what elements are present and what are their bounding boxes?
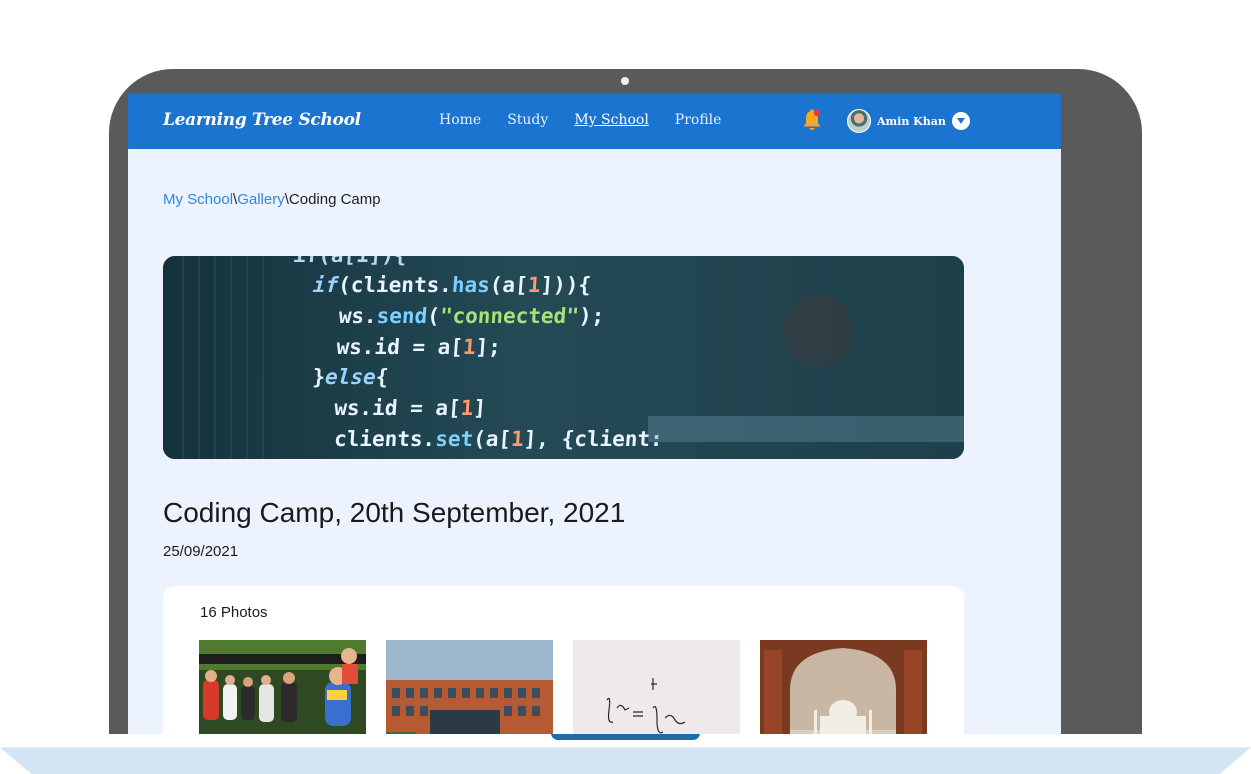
laptop-notch xyxy=(551,733,700,740)
app-screen: Learning Tree School Home Study My Schoo… xyxy=(128,94,1061,734)
notification-dot-icon xyxy=(813,109,821,117)
breadcrumb-gallery[interactable]: Gallery xyxy=(237,191,285,208)
top-navbar: Learning Tree School Home Study My Schoo… xyxy=(128,94,1061,149)
avatar[interactable] xyxy=(847,109,871,133)
photo-thumbnail-school-building[interactable] xyxy=(386,640,553,734)
user-name[interactable]: Amin Khan xyxy=(877,115,946,128)
chevron-down-icon[interactable] xyxy=(951,112,970,130)
breadcrumb-my-school[interactable]: My School xyxy=(163,191,233,208)
photos-card: 16 Photos xyxy=(163,586,964,734)
event-banner-image: if(a[1]){ if(clients.has(a[1])){ ws.send… xyxy=(163,256,964,459)
event-date: 25/09/2021 xyxy=(163,543,239,560)
photo-thumbnail-whiteboard[interactable] xyxy=(573,640,740,734)
nav-link-my-school[interactable]: My School xyxy=(574,112,648,128)
brand-logo[interactable]: Learning Tree School xyxy=(163,110,361,130)
svg-text:if(a[1]){: if(a[1]){ xyxy=(292,256,407,267)
nav-link-study[interactable]: Study xyxy=(507,112,548,128)
event-title: Coding Camp, 20th September, 2021 xyxy=(163,497,626,528)
breadcrumb: My School\Gallery\Coding Camp xyxy=(163,191,381,208)
laptop-camera xyxy=(621,77,629,85)
nav-link-home[interactable]: Home xyxy=(439,112,481,128)
nav-links: Home Study My School Profile xyxy=(439,112,747,128)
svg-text:ws.id = a[1];: ws.id = a[1]; xyxy=(336,334,502,359)
user-menu[interactable]: Amin Khan xyxy=(847,109,970,133)
photos-count: 16 Photos xyxy=(200,604,268,621)
svg-text:clients.set(a[1], {client:: clients.set(a[1], {client: xyxy=(333,426,663,451)
nav-link-profile[interactable]: Profile xyxy=(675,112,722,128)
svg-text:}else{: }else{ xyxy=(312,364,390,389)
notification-bell-icon[interactable] xyxy=(800,108,824,134)
svg-text:if(clients.has(a[1])){: if(clients.has(a[1])){ xyxy=(312,272,592,297)
photo-thumbnail-taj-mahal[interactable] xyxy=(760,640,927,734)
svg-text:ws.id = a[1]: ws.id = a[1] xyxy=(334,395,487,420)
svg-text:ws.send("connected");: ws.send("connected"); xyxy=(338,303,605,328)
photo-thumbnail-children[interactable] xyxy=(199,640,366,734)
breadcrumb-current: Coding Camp xyxy=(288,191,381,208)
